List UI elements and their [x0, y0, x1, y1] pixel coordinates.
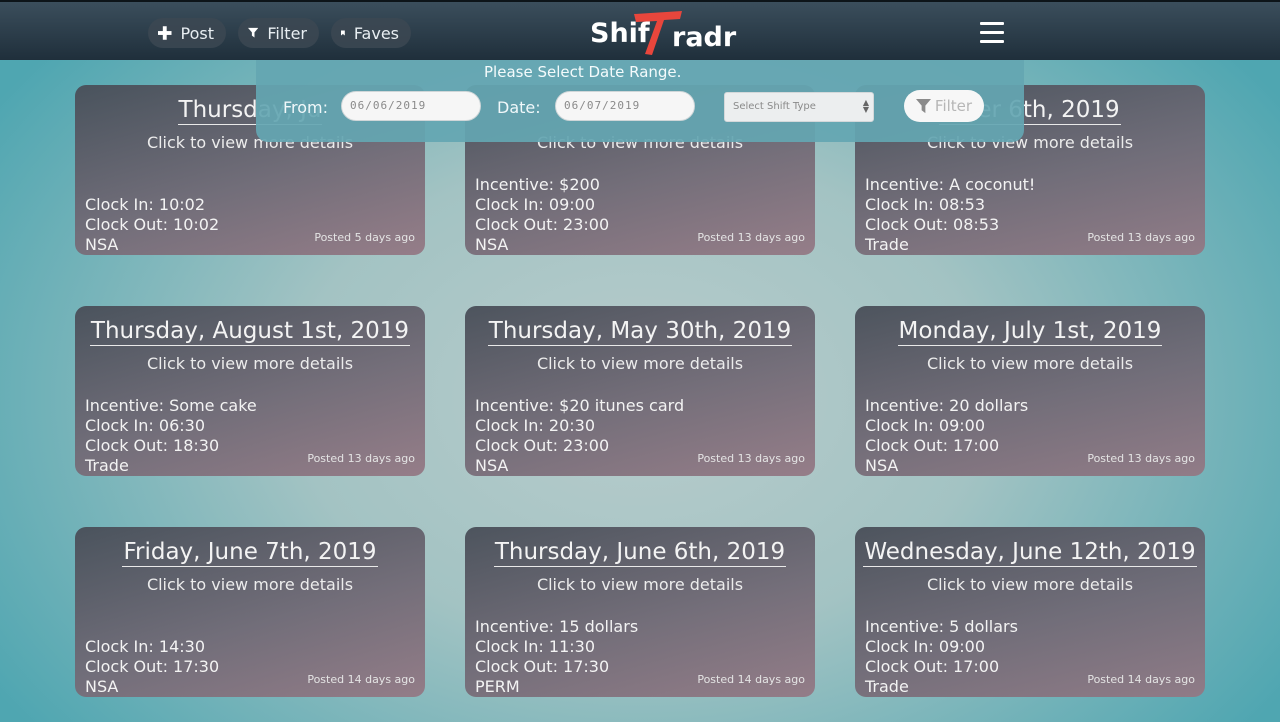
clock-out-text: Clock Out: 10:02	[85, 215, 220, 234]
clock-in-text: Clock In: 11:30	[475, 637, 595, 656]
posted-time: Posted 14 days ago	[1087, 673, 1195, 686]
shift-date-text: Thursday, June 6th, 2019	[493, 539, 787, 567]
clock-out-text: Clock Out: 08:53	[865, 215, 1000, 234]
clock-in-text: Clock In: 09:00	[865, 637, 985, 656]
clock-in-text: Clock In: 06:30	[85, 416, 205, 435]
shift-date-text: Monday, July 1st, 2019	[897, 318, 1163, 346]
shiftradr-logo[interactable]: Shif radr	[588, 10, 738, 56]
top-nav: Post Filter Faves Shif radr	[0, 0, 1280, 60]
shift-card[interactable]: Wednesday, June 12th, 2019 Click to view …	[855, 527, 1205, 697]
posted-time: Posted 13 days ago	[697, 231, 805, 244]
incentive-text: Incentive: $200	[475, 175, 600, 194]
date-label: Date:	[497, 98, 541, 117]
menu-icon[interactable]	[980, 22, 1004, 44]
clock-in-text: Clock In: 08:53	[865, 195, 985, 214]
apply-filter-button[interactable]: Filter	[904, 90, 984, 122]
clock-out-text: Clock Out: 17:30	[85, 657, 220, 676]
shift-date: Monday, July 1st, 2019	[855, 318, 1205, 346]
view-details-link[interactable]: Click to view more details	[855, 575, 1205, 594]
view-details-link[interactable]: Click to view more details	[855, 354, 1205, 373]
bookmark-icon	[341, 30, 345, 36]
view-details-link[interactable]: Click to view more details	[465, 354, 815, 373]
shift-type-text: Trade	[865, 235, 909, 254]
incentive-text: Incentive: 5 dollars	[865, 617, 1018, 636]
funnel-icon	[915, 98, 931, 113]
shift-date: Friday, June 7th, 2019	[75, 539, 425, 567]
logo-text-end: radr	[672, 22, 737, 53]
shift-type-text: NSA	[865, 456, 899, 475]
clock-out-text: Clock Out: 23:00	[475, 436, 610, 455]
shift-date-text: Thursday, May 30th, 2019	[487, 318, 793, 346]
shift-card[interactable]: Thursday, June 6th, 2019 Click to view mo…	[465, 527, 815, 697]
posted-time: Posted 14 days ago	[307, 673, 415, 686]
view-details-link[interactable]: Click to view more details	[465, 575, 815, 594]
shift-type-text: NSA	[475, 235, 509, 254]
clock-in-text: Clock In: 14:30	[85, 637, 205, 656]
from-date-input[interactable]: 06/06/2019	[341, 91, 481, 121]
date-filter-panel: Please Select Date Range. From: 06/06/20…	[256, 60, 1024, 142]
clock-out-text: Clock Out: 17:00	[865, 436, 1000, 455]
shift-date: Thursday, August 1st, 2019	[75, 318, 425, 346]
filter-panel-title: Please Select Date Range.	[484, 63, 682, 81]
shift-type-text: PERM	[475, 677, 520, 696]
shift-card[interactable]: Friday, June 7th, 2019 Click to view more…	[75, 527, 425, 697]
apply-filter-label: Filter	[934, 97, 973, 115]
posted-time: Posted 13 days ago	[307, 452, 415, 465]
faves-label: Faves	[353, 23, 399, 43]
posted-time: Posted 13 days ago	[1087, 231, 1195, 244]
clock-out-text: Clock Out: 17:30	[475, 657, 610, 676]
incentive-text: Incentive: $20 itunes card	[475, 396, 685, 415]
shift-date-text: Wednesday, June 12th, 2019	[863, 539, 1197, 567]
clock-in-text: Clock In: 09:00	[475, 195, 595, 214]
clock-in-text: Clock In: 10:02	[85, 195, 205, 214]
clock-out-text: Clock Out: 17:00	[865, 657, 1000, 676]
posted-time: Posted 13 days ago	[697, 452, 805, 465]
shift-type-text: Trade	[865, 677, 909, 696]
post-label: Post	[180, 23, 214, 43]
clock-in-text: Clock In: 20:30	[475, 416, 595, 435]
shift-type-text: NSA	[475, 456, 509, 475]
clock-out-text: Clock Out: 23:00	[475, 215, 610, 234]
posted-time: Posted 13 days ago	[1087, 452, 1195, 465]
posted-time: Posted 5 days ago	[314, 231, 415, 244]
shift-card[interactable]: Monday, July 1st, 2019 Click to view more…	[855, 306, 1205, 476]
select-arrows-icon: ▲ ▼	[862, 98, 869, 114]
shift-date: Thursday, May 30th, 2019	[465, 318, 815, 346]
funnel-icon	[248, 27, 259, 38]
shift-type-text: NSA	[85, 677, 119, 696]
filter-nav-button[interactable]: Filter	[238, 18, 319, 48]
view-details-link[interactable]: Click to view more details	[75, 354, 425, 373]
incentive-text: Incentive: A coconut!	[865, 175, 1036, 194]
shift-type-select[interactable]: Select Shift Type ▲ ▼	[724, 92, 874, 122]
incentive-text: Incentive: 20 dollars	[865, 396, 1029, 415]
shift-date: Thursday, June 6th, 2019	[465, 539, 815, 567]
plus-icon	[158, 26, 172, 40]
clock-in-text: Clock In: 09:00	[865, 416, 985, 435]
shift-type-text: Trade	[85, 456, 129, 475]
incentive-text: Incentive: Some cake	[85, 396, 257, 415]
shift-card[interactable]: Thursday, August 1st, 2019 Click to view …	[75, 306, 425, 476]
shift-type-text: NSA	[85, 235, 119, 254]
filter-nav-label: Filter	[267, 23, 307, 43]
from-label: From:	[283, 98, 329, 117]
post-button[interactable]: Post	[148, 18, 226, 48]
shift-type-placeholder: Select Shift Type	[733, 101, 816, 112]
to-date-input[interactable]: 06/07/2019	[555, 91, 695, 121]
shift-date-text: Thursday, August 1st, 2019	[89, 318, 411, 346]
view-details-link[interactable]: Click to view more details	[75, 575, 425, 594]
incentive-text: Incentive: 15 dollars	[475, 617, 639, 636]
shift-date-text: Friday, June 7th, 2019	[122, 539, 378, 567]
shift-card[interactable]: Thursday, May 30th, 2019 Click to view mo…	[465, 306, 815, 476]
posted-time: Posted 14 days ago	[697, 673, 805, 686]
clock-out-text: Clock Out: 18:30	[85, 436, 220, 455]
shift-date: Wednesday, June 12th, 2019	[855, 539, 1205, 567]
faves-button[interactable]: Faves	[331, 18, 411, 48]
